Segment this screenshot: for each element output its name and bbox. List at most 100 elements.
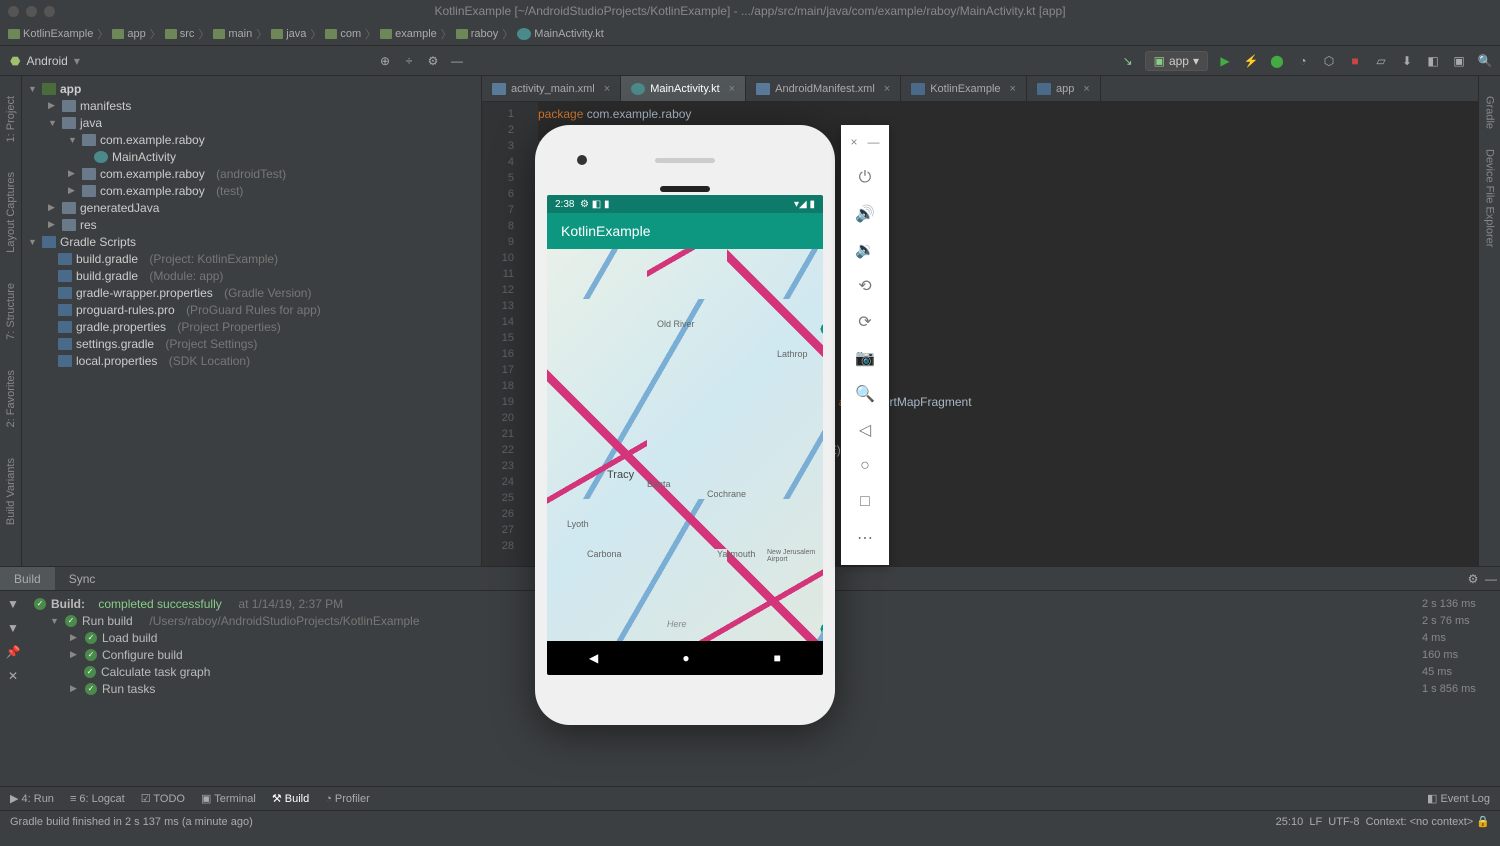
build-tab-build[interactable]: Build xyxy=(0,567,55,590)
collapse-tree-icon[interactable]: ▼ xyxy=(4,619,22,637)
debug-icon[interactable]: ⬤ xyxy=(1268,52,1286,70)
back-icon[interactable]: ◁ xyxy=(854,419,876,441)
pin-icon[interactable]: 📌 xyxy=(4,643,22,661)
volume-up-icon[interactable]: 🔊 xyxy=(854,203,876,225)
settings-icon[interactable]: ⚙ xyxy=(424,52,442,70)
apply-changes-icon[interactable]: ⚡ xyxy=(1242,52,1260,70)
bottom-todo[interactable]: ☑ TODO xyxy=(141,792,185,805)
tree-sg[interactable]: settings.gradle (Project Settings) xyxy=(22,335,481,352)
attach-icon[interactable]: ⬡ xyxy=(1320,52,1338,70)
tab-activity-main[interactable]: activity_main.xml× xyxy=(482,76,621,101)
expand-icon[interactable]: ▼ xyxy=(4,595,22,613)
close-build-icon[interactable]: ✕ xyxy=(4,667,22,685)
tree-lp[interactable]: local.properties (SDK Location) xyxy=(22,352,481,369)
zoom-icon[interactable]: 🔍 xyxy=(854,383,876,405)
screenshot-icon[interactable]: 📷 xyxy=(854,347,876,369)
bottom-terminal[interactable]: ▣ Terminal xyxy=(201,792,256,805)
crumb-example[interactable]: example xyxy=(380,28,437,40)
rail-favorites[interactable]: 2: Favorites xyxy=(5,370,17,427)
search-icon[interactable]: 🔍 xyxy=(1476,52,1494,70)
tab-manifest[interactable]: AndroidManifest.xml× xyxy=(746,76,901,101)
tree-pkg-main[interactable]: ▼com.example.raboy xyxy=(22,131,481,148)
status-context[interactable]: Context: <no context> xyxy=(1366,816,1474,828)
crumb-src[interactable]: src xyxy=(165,28,195,40)
home-icon[interactable]: ○ xyxy=(854,455,876,477)
bottom-logcat[interactable]: ≡ 6: Logcat xyxy=(70,793,125,805)
tree-pkg-androidtest[interactable]: ▶com.example.raboy (androidTest) xyxy=(22,165,481,182)
rail-structure[interactable]: 7: Structure xyxy=(5,283,17,340)
android-statusbar: 2:38 ⚙ ◧ ▮ ▾◢ ▮ xyxy=(547,195,823,213)
map-view[interactable]: Tracy Lathrop Old River Banta Cochrane L… xyxy=(547,249,823,641)
breadcrumb: KotlinExample〉 app〉 src〉 main〉 java〉 com… xyxy=(0,22,1500,46)
collapse-icon[interactable]: ÷ xyxy=(400,52,418,70)
rail-captures[interactable]: Layout Captures xyxy=(5,172,17,253)
bottom-build[interactable]: ⚒ Build xyxy=(272,792,309,805)
project-tree[interactable]: ▼app ▶manifests ▼java ▼com.example.raboy… xyxy=(22,76,481,566)
sdk-icon[interactable]: ⬇ xyxy=(1398,52,1416,70)
run-config-selector[interactable]: ▣app▾ xyxy=(1145,51,1208,71)
tree-bg1[interactable]: build.gradle (Project: KotlinExample) xyxy=(22,250,481,267)
emu-close-icon[interactable]: × xyxy=(850,135,857,149)
status-lf[interactable]: LF xyxy=(1309,816,1322,828)
rotate-left-icon[interactable]: ⟲ xyxy=(854,275,876,297)
crumb-project[interactable]: KotlinExample xyxy=(8,28,93,40)
bottom-run[interactable]: ▶ 4: Run xyxy=(10,792,54,805)
tree-gen[interactable]: ▶generatedJava xyxy=(22,199,481,216)
tree-pkg-test[interactable]: ▶com.example.raboy (test) xyxy=(22,182,481,199)
nav-back-icon[interactable]: ◀ xyxy=(589,651,598,665)
rail-variants[interactable]: Build Variants xyxy=(5,458,17,525)
tab-mainactivity[interactable]: MainActivity.kt× xyxy=(621,76,746,101)
tree-gw[interactable]: gradle-wrapper.properties (Gradle Versio… xyxy=(22,284,481,301)
device-screen[interactable]: 2:38 ⚙ ◧ ▮ ▾◢ ▮ KotlinExample Tracy Lath… xyxy=(547,195,823,675)
stop-icon[interactable]: ■ xyxy=(1346,52,1364,70)
crumb-com[interactable]: com xyxy=(325,28,361,40)
layout-inspect-icon[interactable]: ◧ xyxy=(1424,52,1442,70)
avd-icon[interactable]: ▱ xyxy=(1372,52,1390,70)
rail-project[interactable]: 1: Project xyxy=(5,96,17,142)
tree-gradle[interactable]: ▼Gradle Scripts xyxy=(22,233,481,250)
volume-down-icon[interactable]: 🔉 xyxy=(854,239,876,261)
window-controls[interactable] xyxy=(8,6,55,17)
rail-device-explorer[interactable]: Device File Explorer xyxy=(1484,149,1496,247)
bottom-eventlog[interactable]: ◧ Event Log xyxy=(1427,792,1490,805)
target-icon[interactable]: ⊕ xyxy=(376,52,394,70)
android-navbar[interactable]: ◀ ● ■ xyxy=(547,641,823,675)
crumb-app[interactable]: app xyxy=(112,28,145,40)
crumb-java[interactable]: java xyxy=(271,28,306,40)
tab-kotlinexample[interactable]: KotlinExample× xyxy=(901,76,1027,101)
tree-res[interactable]: ▶res xyxy=(22,216,481,233)
build-settings-icon[interactable]: ⚙ xyxy=(1464,570,1482,588)
status-enc[interactable]: UTF-8 xyxy=(1328,816,1359,828)
crumb-file[interactable]: MainActivity.kt xyxy=(517,28,603,40)
run-icon[interactable]: ▶ xyxy=(1216,52,1234,70)
tree-mainactivity[interactable]: MainActivity xyxy=(22,148,481,165)
emulator-window[interactable]: 2:38 ⚙ ◧ ▮ ▾◢ ▮ KotlinExample Tracy Lath… xyxy=(535,125,889,725)
tree-bg2[interactable]: build.gradle (Module: app) xyxy=(22,267,481,284)
sync-icon[interactable]: ↘ xyxy=(1119,52,1137,70)
tab-app[interactable]: app× xyxy=(1027,76,1101,101)
build-tab-sync[interactable]: Sync xyxy=(55,567,110,590)
more-icon[interactable]: ⋯ xyxy=(854,527,876,549)
main-toolbar: ⬣ Android ▾ ⊕ ÷ ⚙ — ↘ ▣app▾ ▶ ⚡ ⬤ ◔ ⬡ ■ … xyxy=(0,46,1500,76)
crumb-main[interactable]: main xyxy=(213,28,252,40)
project-mode[interactable]: Android xyxy=(26,54,67,68)
tree-app[interactable]: ▼app xyxy=(22,80,481,97)
overview-icon[interactable]: □ xyxy=(854,491,876,513)
rotate-right-icon[interactable]: ⟳ xyxy=(854,311,876,333)
nav-home-icon[interactable]: ● xyxy=(682,651,689,665)
hide-icon[interactable]: — xyxy=(448,52,466,70)
power-icon[interactable]: ⏻ xyxy=(854,167,876,189)
nav-recent-icon[interactable]: ■ xyxy=(774,651,781,665)
tree-gp[interactable]: gradle.properties (Project Properties) xyxy=(22,318,481,335)
tree-manifests[interactable]: ▶manifests xyxy=(22,97,481,114)
tree-pg[interactable]: proguard-rules.pro (ProGuard Rules for a… xyxy=(22,301,481,318)
build-hide-icon[interactable]: — xyxy=(1482,570,1500,588)
bottom-profiler[interactable]: ◔ Profiler xyxy=(325,793,370,805)
emu-minimize-icon[interactable]: — xyxy=(868,135,880,149)
profile-icon[interactable]: ◔ xyxy=(1294,52,1312,70)
rail-gradle[interactable]: Gradle xyxy=(1484,96,1496,129)
bottom-tool-bar: ▶ 4: Run ≡ 6: Logcat ☑ TODO ▣ Terminal ⚒… xyxy=(0,786,1500,810)
tree-java[interactable]: ▼java xyxy=(22,114,481,131)
crumb-raboy[interactable]: raboy xyxy=(456,28,499,40)
assist-icon[interactable]: ▣ xyxy=(1450,52,1468,70)
